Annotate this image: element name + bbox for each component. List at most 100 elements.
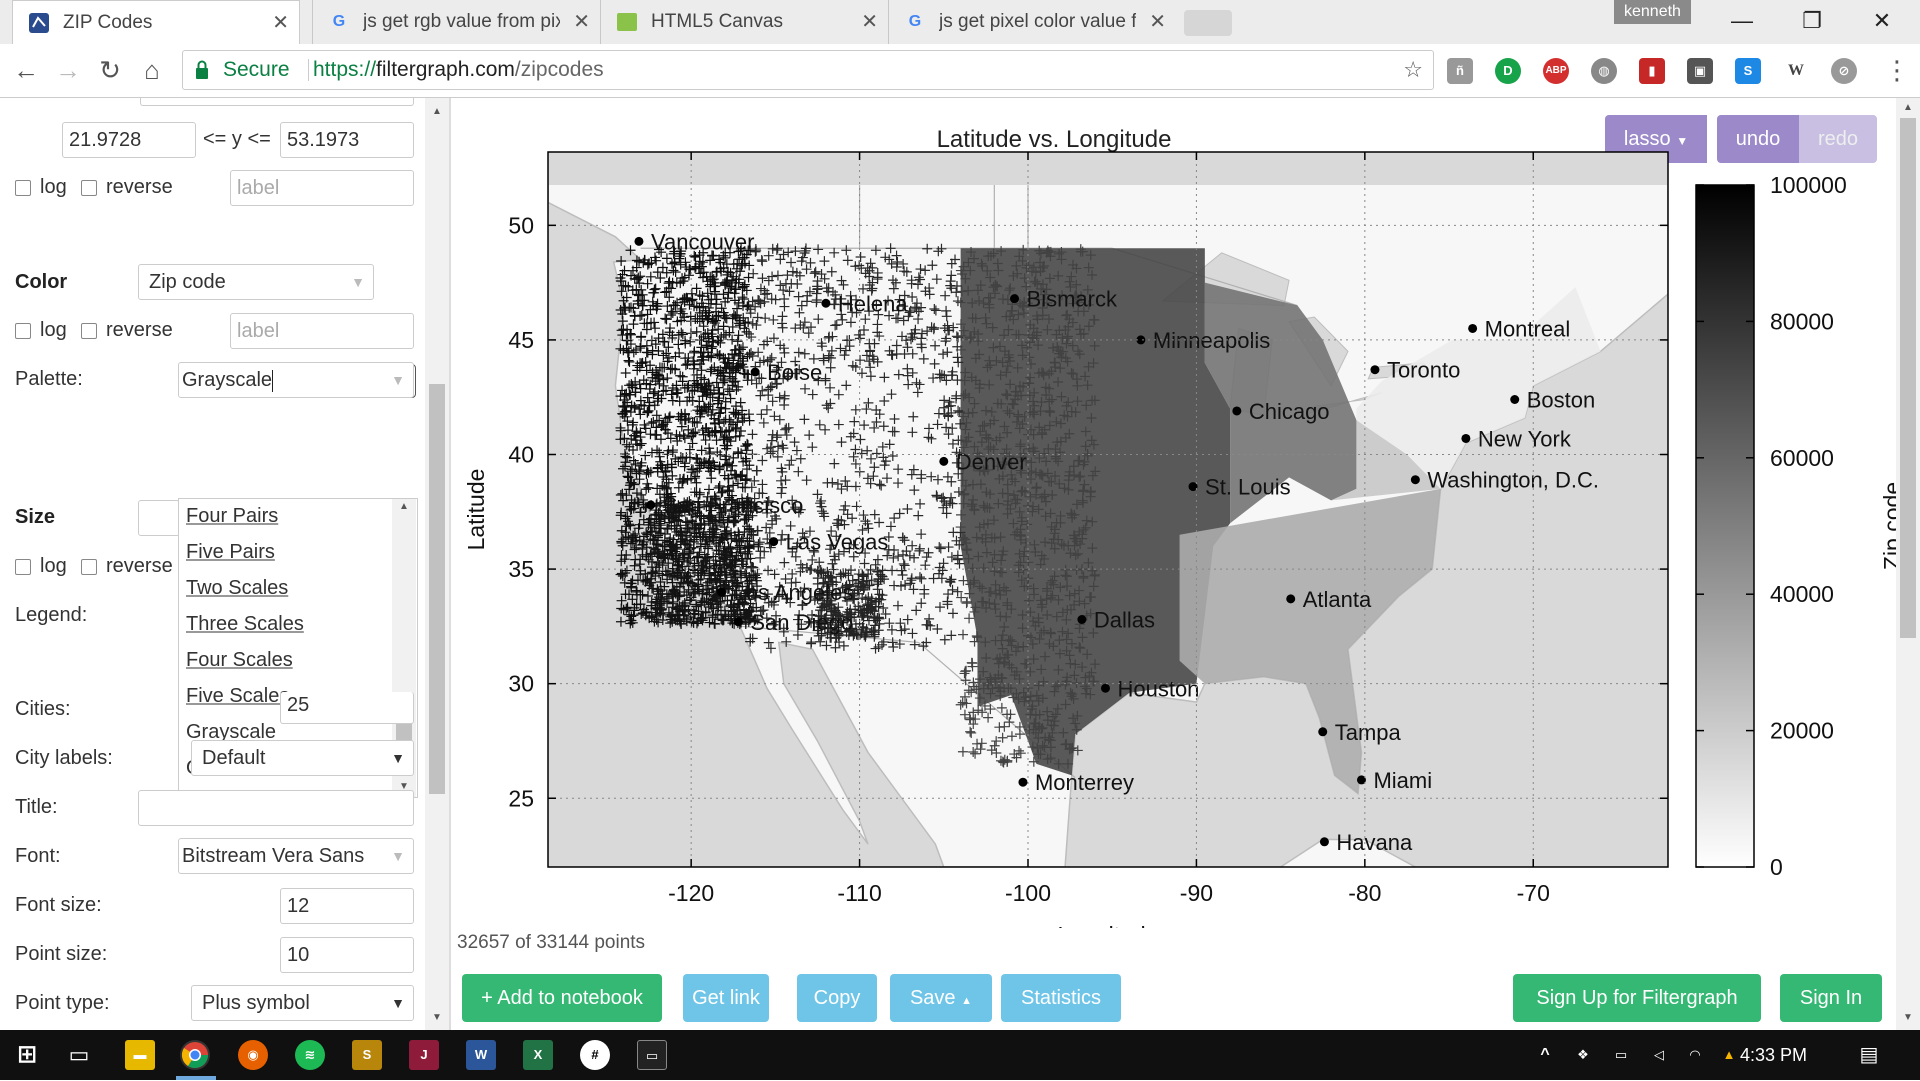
- colorbar-tick-label: 40000: [1770, 581, 1834, 607]
- size-log-checkbox[interactable]: [15, 559, 31, 575]
- adblock-icon[interactable]: ABP: [1543, 58, 1569, 84]
- home-icon[interactable]: ⌂: [134, 52, 170, 88]
- save-button[interactable]: Save ▲: [890, 974, 992, 1022]
- point-size-input[interactable]: 10: [280, 937, 414, 973]
- add-to-notebook-button[interactable]: + Add to notebook: [462, 974, 662, 1022]
- close-tab-icon[interactable]: ✕: [1149, 0, 1166, 44]
- signin-button[interactable]: Sign In: [1780, 974, 1882, 1022]
- notifications-icon[interactable]: ▤: [1854, 1040, 1884, 1070]
- color-label-input[interactable]: label: [230, 313, 414, 349]
- volume-icon[interactable]: ◁: [1644, 1040, 1674, 1070]
- bookmark-star-icon[interactable]: ☆: [1403, 51, 1423, 89]
- scroll-down-icon[interactable]: ▼: [1900, 1012, 1916, 1023]
- reload-icon[interactable]: ↻: [92, 52, 128, 88]
- point-type-select[interactable]: Plus symbol ▼: [191, 985, 414, 1021]
- restore-icon[interactable]: ❐: [1777, 0, 1847, 44]
- profile-badge[interactable]: kenneth: [1614, 0, 1691, 24]
- globe-icon[interactable]: ◍: [1591, 58, 1617, 84]
- back-icon[interactable]: ←: [8, 52, 44, 88]
- palette-option[interactable]: Three Scales: [186, 613, 304, 636]
- page-scroll-thumb[interactable]: [1900, 118, 1916, 638]
- task-view-icon[interactable]: ▭: [64, 1040, 94, 1070]
- firefox-icon[interactable]: ◉: [238, 1040, 268, 1070]
- color-select[interactable]: Zip code ▼: [138, 264, 374, 300]
- scroll-up-icon[interactable]: ▲: [1900, 102, 1916, 113]
- size-select[interactable]: [138, 500, 180, 536]
- file-explorer-icon[interactable]: ▬: [125, 1040, 155, 1070]
- y-label-input[interactable]: label: [230, 170, 414, 206]
- slack-icon[interactable]: #: [580, 1040, 610, 1070]
- palette-select[interactable]: Grayscale ▼: [178, 362, 414, 398]
- sublime-icon[interactable]: S: [352, 1040, 382, 1070]
- tab-html5-canvas[interactable]: HTML5 Canvas ✕: [600, 0, 888, 44]
- city-marker: [1461, 433, 1471, 443]
- extension-icon[interactable]: ⊘: [1831, 58, 1857, 84]
- get-link-button[interactable]: Get link: [683, 974, 769, 1022]
- minimize-icon[interactable]: —: [1707, 0, 1777, 44]
- sidebar-scroll-thumb[interactable]: [429, 384, 445, 794]
- wifi-icon[interactable]: ◠: [1680, 1040, 1710, 1070]
- spotify-icon[interactable]: ≋: [295, 1040, 325, 1070]
- extension-icon[interactable]: ▣: [1687, 58, 1713, 84]
- cities-input[interactable]: 25: [280, 692, 414, 724]
- title-input[interactable]: [138, 790, 414, 826]
- excel-icon[interactable]: X: [523, 1040, 553, 1070]
- tray-chevron-icon[interactable]: ^: [1530, 1040, 1560, 1070]
- browser-menu-icon[interactable]: ⋮: [1884, 54, 1910, 86]
- y-log-checkbox[interactable]: [15, 180, 31, 196]
- palette-option[interactable]: Two Scales: [186, 577, 288, 600]
- sidebar-scrollbar[interactable]: ▲ ▼: [425, 98, 449, 1030]
- color-select-value: Zip code: [149, 271, 226, 293]
- city-labels-select[interactable]: Default ▼: [191, 740, 414, 776]
- windows-start-icon[interactable]: ⊞: [12, 1040, 42, 1070]
- color-log-checkbox[interactable]: [15, 323, 31, 339]
- extension-icon[interactable]: D: [1495, 58, 1521, 84]
- palette-option[interactable]: Four Scales: [186, 649, 293, 672]
- window-close-icon[interactable]: ✕: [1847, 0, 1917, 44]
- page-scrollbar[interactable]: ▲ ▼: [1896, 98, 1920, 1030]
- scroll-up-icon[interactable]: ▲: [429, 106, 445, 117]
- city-label: Las Vegas: [786, 530, 889, 555]
- terminal-icon[interactable]: ▭: [637, 1040, 667, 1070]
- copy-button[interactable]: Copy: [797, 974, 877, 1022]
- extension-icon[interactable]: ▮: [1639, 58, 1665, 84]
- color-reverse-checkbox[interactable]: [81, 323, 97, 339]
- new-tab-button[interactable]: [1184, 10, 1232, 36]
- extension-icon[interactable]: S: [1735, 58, 1761, 84]
- url-bar[interactable]: Secure https://filtergraph.com/zipcodes …: [182, 50, 1434, 90]
- word-icon[interactable]: W: [466, 1040, 496, 1070]
- chrome-icon[interactable]: [180, 1040, 210, 1070]
- point-type-value: Plus symbol: [202, 992, 310, 1014]
- y-max-input[interactable]: 53.1973: [280, 122, 414, 158]
- scroll-down-icon[interactable]: ▼: [429, 1012, 445, 1023]
- font-size-input[interactable]: 12: [280, 888, 414, 924]
- close-tab-icon[interactable]: ✕: [573, 0, 590, 44]
- scatter-map-chart[interactable]: Vancouver Helena Bismarck Minneapolis Montre…: [451, 98, 1896, 928]
- palette-option[interactable]: Five Pairs: [186, 541, 275, 564]
- log-label: log: [40, 176, 67, 198]
- scroll-up-icon[interactable]: ▲: [396, 501, 412, 512]
- size-reverse-checkbox[interactable]: [81, 559, 97, 575]
- wikipedia-icon[interactable]: W: [1783, 58, 1809, 84]
- y-reverse-checkbox[interactable]: [81, 180, 97, 196]
- statistics-button[interactable]: Statistics: [1001, 974, 1121, 1022]
- close-tab-icon[interactable]: ✕: [861, 0, 878, 44]
- font-select[interactable]: Bitstream Vera Sans ▼: [178, 838, 414, 874]
- battery-icon[interactable]: ▭: [1606, 1040, 1636, 1070]
- close-tab-icon[interactable]: ✕: [272, 1, 289, 44]
- extension-icon[interactable]: ñ: [1447, 58, 1473, 84]
- forward-icon[interactable]: →: [50, 52, 86, 88]
- y-min-input[interactable]: 21.9728: [62, 122, 196, 158]
- palette-option[interactable]: Five Scales: [186, 685, 289, 708]
- signup-button[interactable]: Sign Up for Filtergraph: [1513, 974, 1761, 1022]
- y-tick-label: 45: [508, 327, 534, 353]
- tab-js-get-pixel[interactable]: G js get pixel color value fr ✕: [888, 0, 1176, 44]
- palette-option[interactable]: Four Pairs: [186, 505, 278, 528]
- colorbar-tick-label: 0: [1770, 854, 1783, 880]
- dropbox-icon[interactable]: ❖: [1568, 1040, 1598, 1070]
- tab-js-get-rgb[interactable]: G js get rgb value from pixel ✕: [312, 0, 600, 44]
- tab-zip-codes[interactable]: ZIP Codes ✕: [12, 0, 300, 44]
- jetbrains-icon[interactable]: J: [409, 1040, 439, 1070]
- city-label: Toronto: [1387, 358, 1460, 383]
- city-labels-value: Default: [202, 747, 266, 769]
